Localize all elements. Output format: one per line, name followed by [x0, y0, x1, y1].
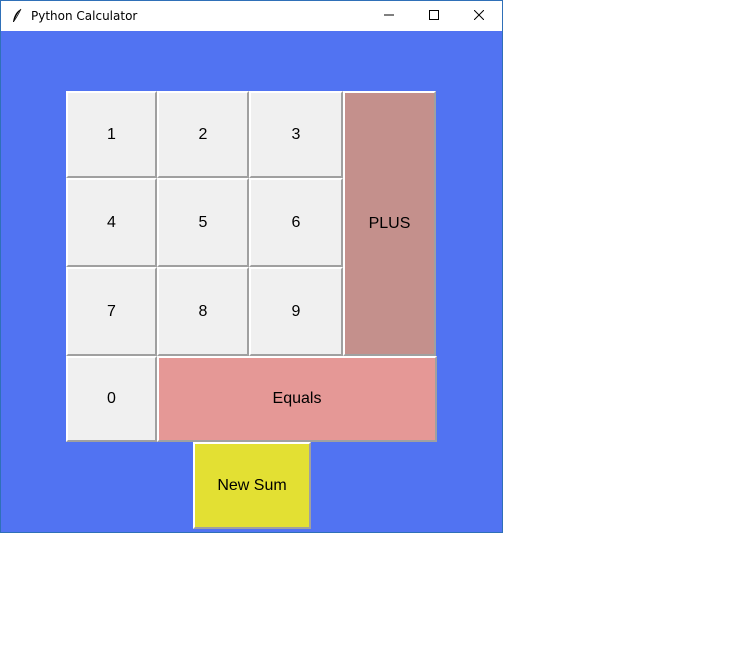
maximize-icon [429, 7, 439, 25]
new-sum-button[interactable]: New Sum [193, 442, 311, 529]
equals-button[interactable]: Equals [157, 356, 437, 442]
maximize-button[interactable] [411, 1, 457, 31]
close-icon [473, 7, 485, 25]
digit-4-button[interactable]: 4 [66, 178, 157, 267]
digit-5-button[interactable]: 5 [157, 178, 249, 267]
digit-9-button[interactable]: 9 [249, 267, 343, 356]
window-title: Python Calculator [31, 9, 138, 23]
close-button[interactable] [456, 1, 502, 31]
calculator-window: Python Calculator 1 2 3 4 5 6 7 8 9 PLUS… [0, 0, 503, 533]
minimize-icon [384, 7, 394, 25]
minimize-button[interactable] [366, 1, 412, 31]
plus-button[interactable]: PLUS [343, 91, 436, 356]
digit-3-button[interactable]: 3 [249, 91, 343, 178]
digit-2-button[interactable]: 2 [157, 91, 249, 178]
digit-7-button[interactable]: 7 [66, 267, 157, 356]
title-bar[interactable]: Python Calculator [1, 1, 502, 31]
digit-1-button[interactable]: 1 [66, 91, 157, 178]
feather-icon [11, 8, 23, 24]
digit-0-button[interactable]: 0 [66, 356, 157, 442]
digit-8-button[interactable]: 8 [157, 267, 249, 356]
digit-6-button[interactable]: 6 [249, 178, 343, 267]
